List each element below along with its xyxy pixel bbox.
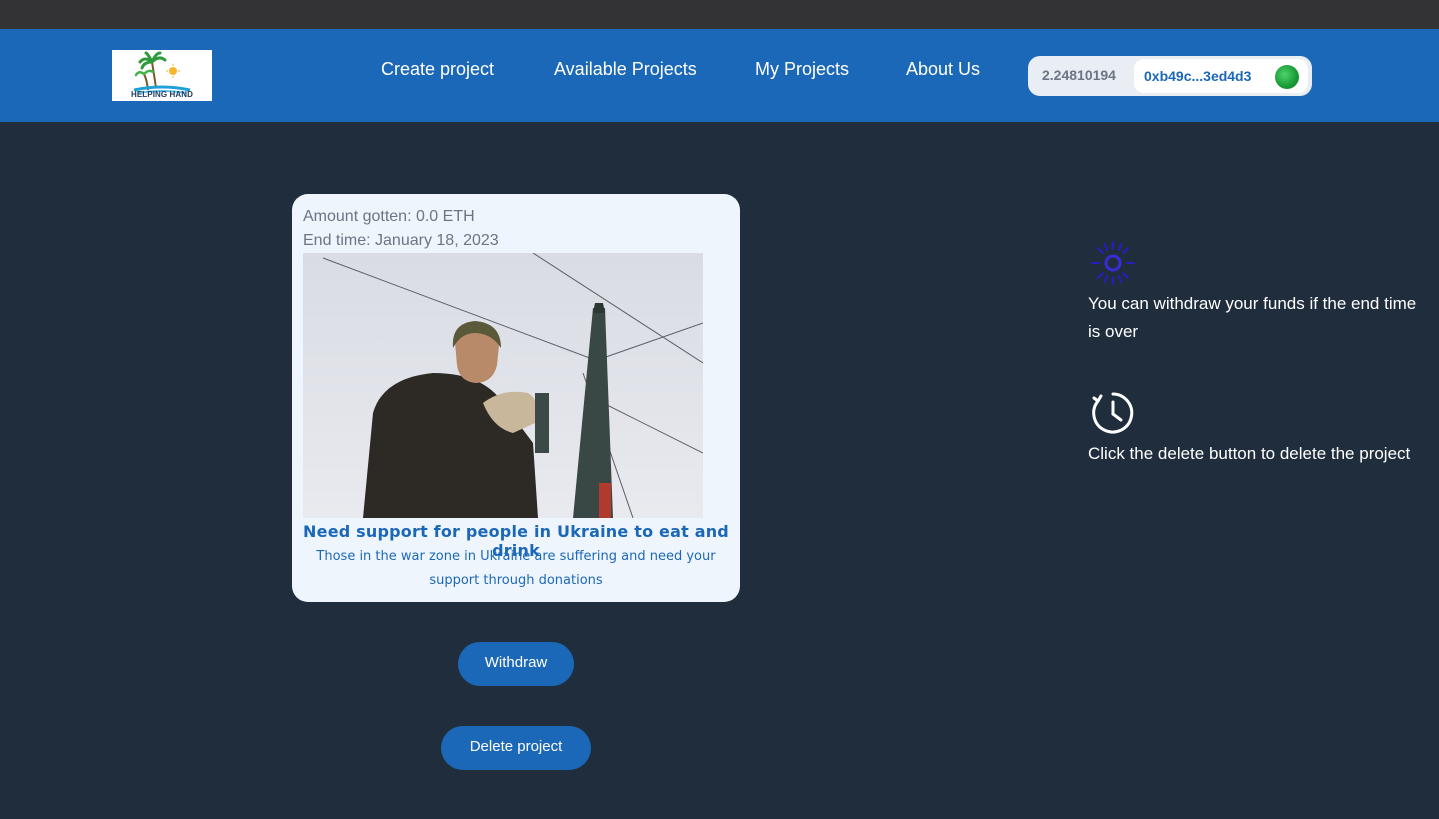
loading-spinner-icon [1088,240,1138,286]
timer-icon [1090,390,1136,436]
project-description: Those in the war zone in Ukraine are suf… [316,549,716,588]
nav-my-projects[interactable]: My Projects [755,59,849,79]
withdraw-info-text: You can withdraw your funds if the end t… [1088,294,1417,341]
project-image [303,253,703,518]
nav-available-projects[interactable]: Available Projects [554,59,697,79]
withdraw-button[interactable]: Withdraw [458,642,574,686]
project-card: Amount gotten: 0.0 ETH End time: January… [292,194,740,602]
wallet-widget[interactable]: 2.24810194 0xb49c...3ed4d3 [1028,56,1312,96]
project-photo [303,253,703,518]
logo-text: HELPING HAND [130,90,194,99]
wallet-address: 0xb49c...3ed4d3 [1144,68,1252,84]
account-avatar-icon [1275,65,1299,89]
helping-hand-logo[interactable]: HELPING HAND [112,50,212,101]
browser-top-strip [0,0,1439,29]
wallet-balance: 2.24810194 [1042,67,1116,83]
nav-about-us[interactable]: About Us [906,59,980,79]
wallet-address-button[interactable]: 0xb49c...3ed4d3 [1134,59,1308,93]
nav-create-project[interactable]: Create project [381,59,494,79]
delete-info-text: Click the delete button to delete the pr… [1088,444,1411,463]
navbar: HELPING HAND Create project Available Pr… [0,29,1439,122]
end-time: End time: January 18, 2023 [303,232,499,249]
delete-project-button[interactable]: Delete project [441,726,591,770]
amount-gotten: Amount gotten: 0.0 ETH [303,208,475,225]
